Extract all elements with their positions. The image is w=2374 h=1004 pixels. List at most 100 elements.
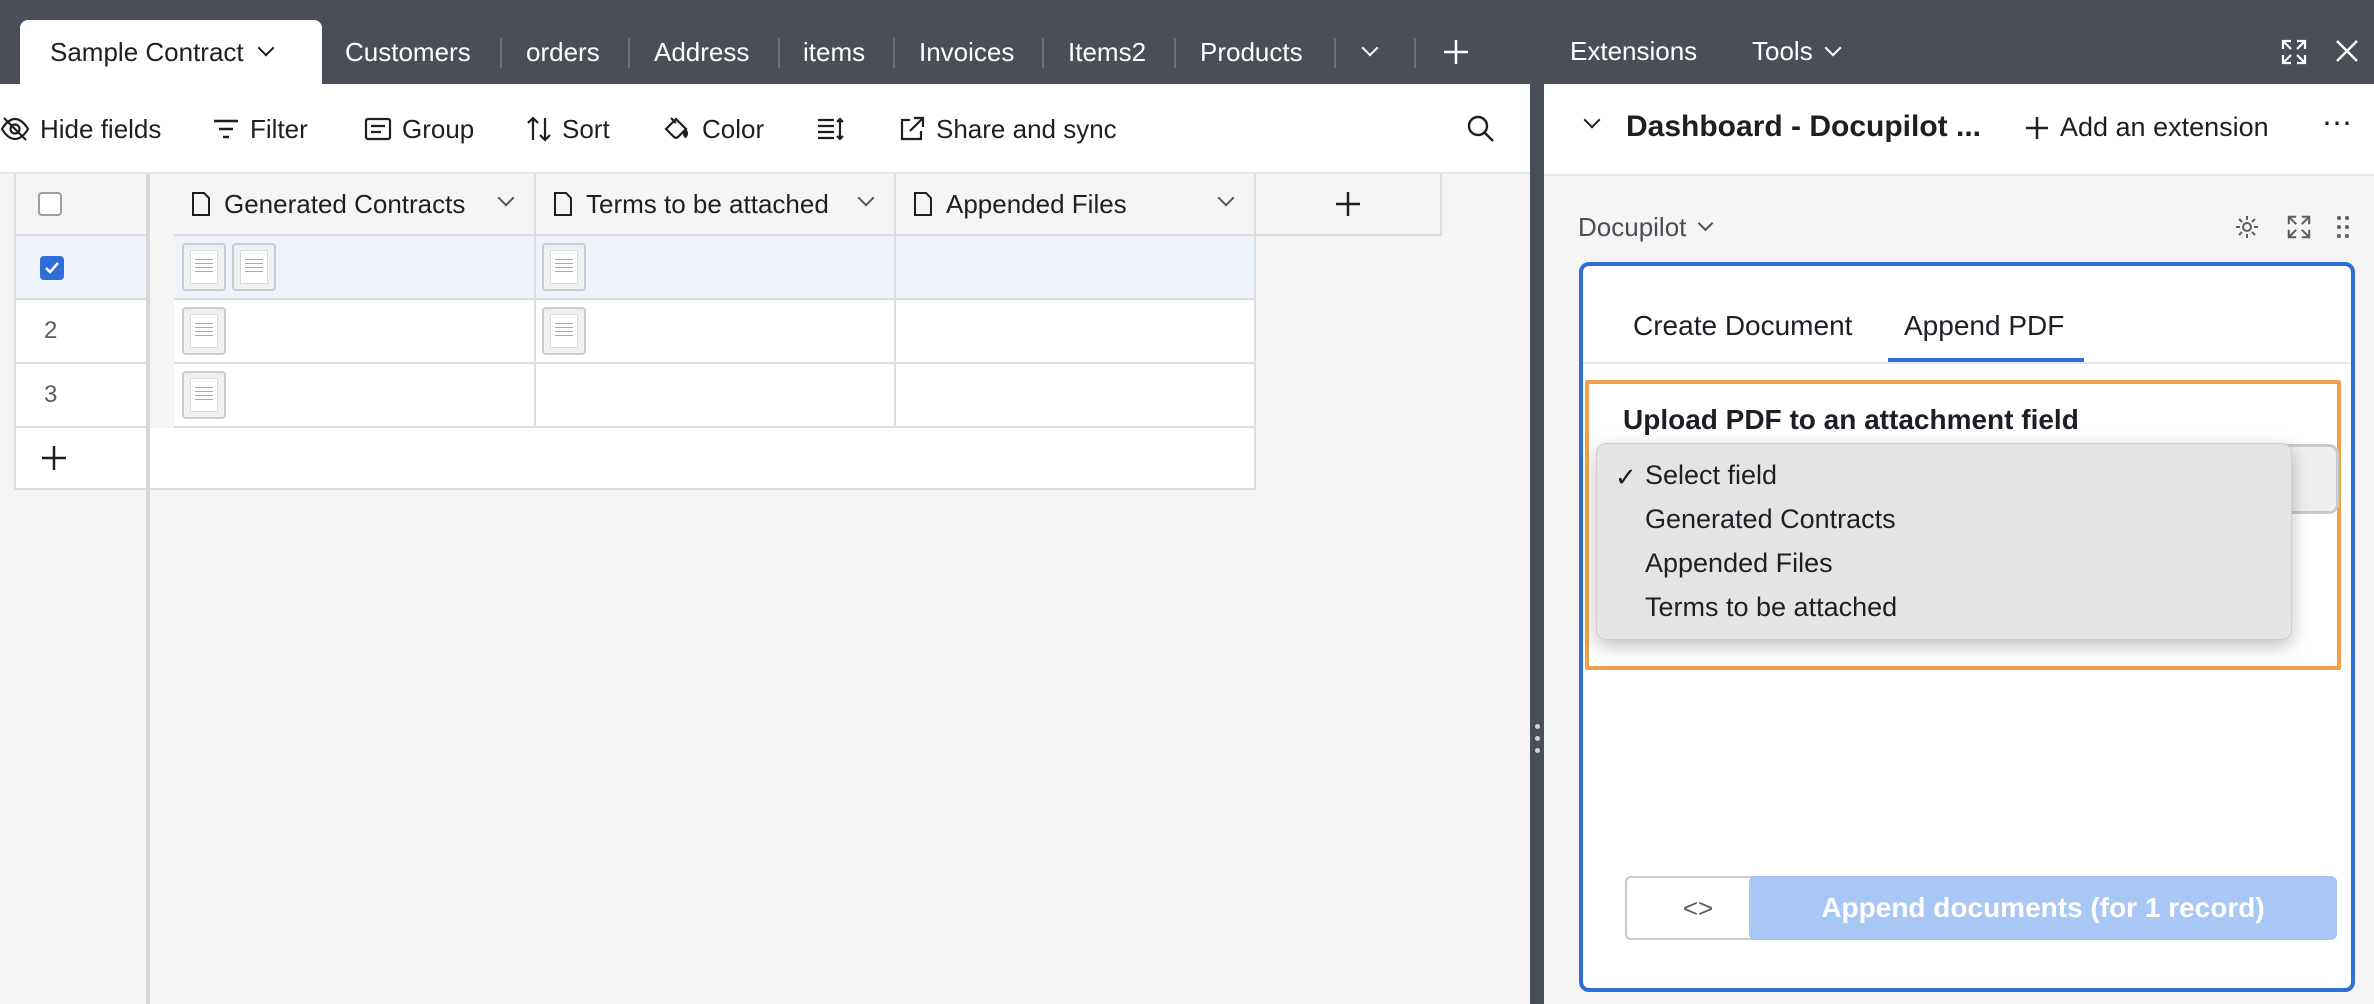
attachment-thumbnail[interactable] — [182, 307, 226, 355]
gear-icon[interactable] — [2234, 214, 2260, 240]
filter-label: Filter — [250, 113, 308, 144]
plus-icon — [2026, 116, 2048, 139]
tabs-divider — [1583, 362, 2351, 364]
dashboard-header: Dashboard - Docupilot ... Add an extensi… — [1544, 84, 2374, 176]
hide-fields-button[interactable]: Hide fields — [0, 108, 161, 150]
add-extension-label: Add an extension — [2060, 112, 2269, 142]
more-options-icon[interactable]: ⋯ — [2322, 106, 2353, 141]
tools-menu[interactable]: Tools — [1752, 36, 1842, 67]
extensions-header: Extensions Tools — [1544, 0, 2374, 84]
tab-label: orders — [526, 36, 600, 67]
select-all-header — [14, 174, 148, 236]
check-icon — [45, 262, 59, 274]
chevron-down-icon[interactable] — [1583, 111, 1601, 129]
table-row[interactable]: 3 — [14, 364, 148, 428]
tab-customers[interactable]: Customers — [345, 22, 471, 82]
table-tab-bar: Sample Contract Customers orders Address… — [0, 0, 1530, 84]
option-generated-contracts[interactable]: Generated Contracts — [1645, 504, 1896, 535]
column-header-appended-files[interactable]: Appended Files — [896, 174, 1256, 236]
column-header-generated-contracts[interactable]: Generated Contracts — [174, 174, 536, 236]
chevron-down-icon — [1361, 39, 1379, 57]
cell-terms[interactable] — [536, 364, 896, 428]
table-row[interactable] — [14, 236, 148, 300]
extensions-label[interactable]: Extensions — [1570, 36, 1697, 67]
row-height-icon — [818, 117, 844, 141]
chevron-down-icon[interactable] — [257, 39, 275, 57]
tab-append-pdf[interactable]: Append PDF — [1904, 310, 2064, 342]
cell-appended-files[interactable] — [896, 236, 1256, 300]
add-extension-button[interactable]: Add an extension — [2024, 112, 2269, 143]
paint-bucket-icon — [664, 117, 688, 139]
hide-fields-label: Hide fields — [40, 113, 162, 144]
cell-generated-contracts[interactable] — [174, 364, 536, 428]
upload-section-title: Upload PDF to an attachment field — [1623, 404, 2079, 435]
tab-label: Items2 — [1068, 36, 1147, 67]
attachment-thumbnail[interactable] — [542, 307, 586, 355]
tab-items2[interactable]: Items2 — [1068, 22, 1146, 82]
close-icon[interactable] — [2334, 38, 2360, 64]
tab-products[interactable]: Products — [1200, 22, 1303, 82]
attachment-thumbnail[interactable] — [182, 371, 226, 419]
column-header-terms[interactable]: Terms to be attached — [536, 174, 896, 236]
dashboard-title[interactable]: Dashboard - Docupilot ... — [1626, 110, 1981, 144]
tab-orders[interactable]: orders — [526, 22, 600, 82]
add-row-strip[interactable] — [148, 428, 1256, 490]
sort-button[interactable]: Sort — [526, 108, 610, 150]
column-header-label: Generated Contracts — [224, 188, 466, 219]
tab-sample-contract[interactable]: Sample Contract — [20, 20, 322, 84]
view-toolbar: Hide fields Filter Group Sort Color Shar… — [0, 84, 1530, 174]
cell-appended-files[interactable] — [896, 364, 1256, 428]
row-number: 3 — [44, 381, 58, 408]
table-row[interactable]: 2 — [14, 300, 148, 364]
plus-icon — [42, 446, 66, 470]
append-button-label: Append documents (for 1 record) — [1821, 892, 2265, 923]
color-button[interactable]: Color — [662, 108, 764, 150]
add-table-button[interactable] — [1442, 22, 1470, 82]
tab-invoices[interactable]: Invoices — [919, 22, 1014, 82]
tab-items[interactable]: items — [803, 22, 865, 82]
attachment-thumbnail[interactable] — [182, 243, 226, 291]
tab-label: Sample Contract — [50, 36, 244, 67]
append-documents-button[interactable]: Append documents (for 1 record) — [1749, 876, 2337, 940]
chevron-down-icon — [857, 189, 875, 207]
cell-generated-contracts[interactable] — [174, 300, 536, 364]
attachment-thumbnail[interactable] — [232, 243, 276, 291]
option-select-field[interactable]: Select field — [1645, 460, 1777, 491]
cell-terms[interactable] — [536, 236, 896, 300]
tab-separator — [778, 38, 780, 68]
plus-icon — [1444, 40, 1468, 64]
extension-name-menu[interactable]: Docupilot — [1578, 212, 1714, 243]
cell-appended-files[interactable] — [896, 300, 1256, 364]
filter-button[interactable]: Filter — [212, 108, 308, 150]
add-field-button[interactable] — [1256, 174, 1442, 236]
row-height-button[interactable] — [816, 108, 856, 150]
more-tables-button[interactable] — [1361, 22, 1379, 82]
row-number: 2 — [44, 317, 58, 344]
tab-label: Invoices — [919, 36, 1015, 67]
select-all-checkbox[interactable] — [38, 192, 62, 216]
tab-separator — [1174, 38, 1176, 68]
active-tab-indicator — [1888, 358, 2084, 362]
option-appended-files[interactable]: Appended Files — [1645, 548, 1833, 579]
drag-handle-icon[interactable] — [2336, 214, 2350, 240]
tab-address[interactable]: Address — [654, 22, 749, 82]
column-header-label: Terms to be attached — [586, 188, 829, 219]
cell-generated-contracts[interactable] — [174, 236, 536, 300]
search-button[interactable] — [1466, 108, 1506, 150]
cell-terms[interactable] — [536, 300, 896, 364]
column-header-label: Appended Files — [946, 188, 1127, 219]
add-row-button[interactable] — [14, 428, 148, 490]
document-icon — [554, 192, 572, 216]
group-button[interactable]: Group — [364, 108, 474, 150]
share-sync-button[interactable]: Share and sync — [898, 108, 1117, 150]
row-checkbox[interactable] — [40, 256, 64, 280]
chevron-down-icon — [497, 189, 515, 207]
option-terms-to-be-attached[interactable]: Terms to be attached — [1645, 592, 1897, 623]
tab-separator — [1414, 38, 1416, 68]
attachment-thumbnail[interactable] — [542, 243, 586, 291]
expand-icon[interactable] — [2280, 38, 2308, 66]
frozen-column-divider[interactable] — [146, 174, 150, 1004]
pane-resize-handle[interactable] — [1530, 0, 1544, 1004]
expand-icon[interactable] — [2286, 214, 2312, 240]
tab-create-document[interactable]: Create Document — [1633, 310, 1852, 342]
